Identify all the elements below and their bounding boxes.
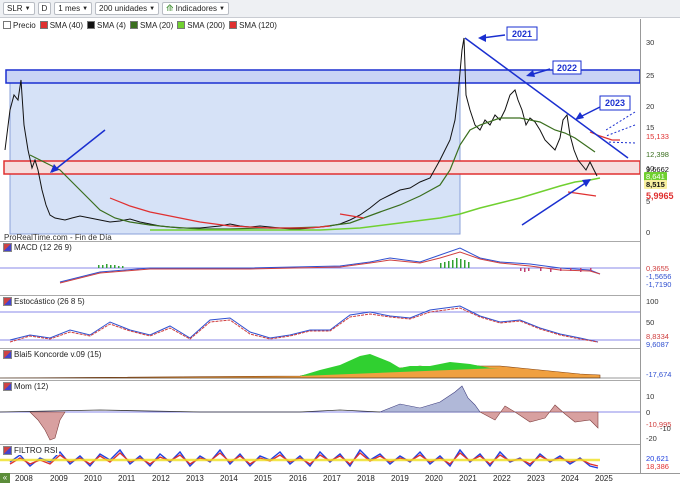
mom-tick-0: 0 bbox=[646, 408, 651, 417]
indicator-icon bbox=[3, 382, 12, 391]
dashed-arrow-2 bbox=[605, 124, 636, 137]
resistance-band bbox=[5, 69, 641, 84]
mom-pane bbox=[0, 380, 640, 441]
year-label-2017: 2017 bbox=[323, 474, 341, 483]
indicator-icon bbox=[3, 297, 12, 306]
rsi-tag-2: 18,386 bbox=[646, 462, 669, 471]
year-label-2021: 2021 bbox=[459, 474, 477, 483]
year-label-2011: 2011 bbox=[118, 474, 136, 483]
mom-tick-minus20: -20 bbox=[646, 434, 657, 443]
year-label-2013: 2013 bbox=[186, 474, 204, 483]
mom-tick-10: 10 bbox=[646, 392, 655, 401]
dashed-arrow-1 bbox=[605, 111, 636, 131]
year-label-2018: 2018 bbox=[357, 474, 375, 483]
koncorde-label[interactable]: Blai5 Koncorde v.09 (15) bbox=[3, 350, 104, 359]
macd-label[interactable]: MACD (12 26 9) bbox=[3, 243, 74, 252]
long-blue-zone bbox=[9, 81, 461, 235]
year-label-2019: 2019 bbox=[391, 474, 409, 483]
year-label-2025: 2025 bbox=[595, 474, 613, 483]
year-label-2010: 2010 bbox=[84, 474, 102, 483]
tick-25: 25 bbox=[646, 71, 655, 80]
year-label-2023: 2023 bbox=[527, 474, 545, 483]
indicator-icon bbox=[3, 350, 12, 359]
tick-20: 20 bbox=[646, 102, 655, 111]
stoch-tick-50: 50 bbox=[646, 318, 655, 327]
arrow-2021-head bbox=[478, 34, 486, 42]
sma200-tag: 8,515 bbox=[644, 180, 667, 189]
macd-tag-3: -1,7190 bbox=[646, 280, 672, 289]
year-label-2022: 2022 bbox=[493, 474, 511, 483]
mom-label[interactable]: Mom (12) bbox=[3, 382, 51, 391]
indicator-icon bbox=[3, 243, 12, 252]
sma20-tag: 12,398 bbox=[646, 150, 669, 159]
sma40-tag: 15,133 bbox=[646, 132, 669, 141]
tick-0: 0 bbox=[646, 228, 651, 237]
label-2023: 2023 bbox=[605, 98, 626, 108]
indicator-icon bbox=[3, 446, 12, 455]
price-axis[interactable] bbox=[640, 19, 680, 473]
rsi-pane bbox=[0, 444, 640, 474]
label-2021: 2021 bbox=[512, 29, 533, 39]
macd-pane bbox=[0, 241, 640, 290]
dashed-arrow-3 bbox=[605, 141, 636, 144]
year-label-2009: 2009 bbox=[50, 474, 68, 483]
stoch-label[interactable]: Estocástico (26 8 5) bbox=[3, 297, 87, 306]
koncorde-tag: -17,674 bbox=[646, 370, 672, 379]
year-label-2016: 2016 bbox=[289, 474, 307, 483]
tick-15: 15 bbox=[646, 123, 655, 132]
rsi-label[interactable]: FILTRO RSI bbox=[3, 446, 60, 455]
year-label-2020: 2020 bbox=[425, 474, 443, 483]
mom-tick-minus10: -10 bbox=[660, 424, 671, 433]
year-label-2012: 2012 bbox=[152, 474, 170, 483]
year-label-2008: 2008 bbox=[15, 474, 33, 483]
scroll-left-button[interactable]: « bbox=[0, 473, 10, 483]
arrow-bottom-head bbox=[582, 179, 591, 187]
stoch-tag-2: 9,6087 bbox=[646, 340, 669, 349]
stoch-pane bbox=[0, 295, 640, 346]
label-2022: 2022 bbox=[557, 63, 578, 73]
arrow-2023-head bbox=[575, 112, 584, 120]
sma120-tag: 5,9965 bbox=[646, 191, 674, 201]
year-label-2024: 2024 bbox=[561, 474, 579, 483]
support-band bbox=[3, 160, 641, 175]
stoch-tick-100: 100 bbox=[646, 297, 659, 306]
year-label-2014: 2014 bbox=[220, 474, 238, 483]
tick-30: 30 bbox=[646, 38, 655, 47]
year-label-2015: 2015 bbox=[254, 474, 272, 483]
